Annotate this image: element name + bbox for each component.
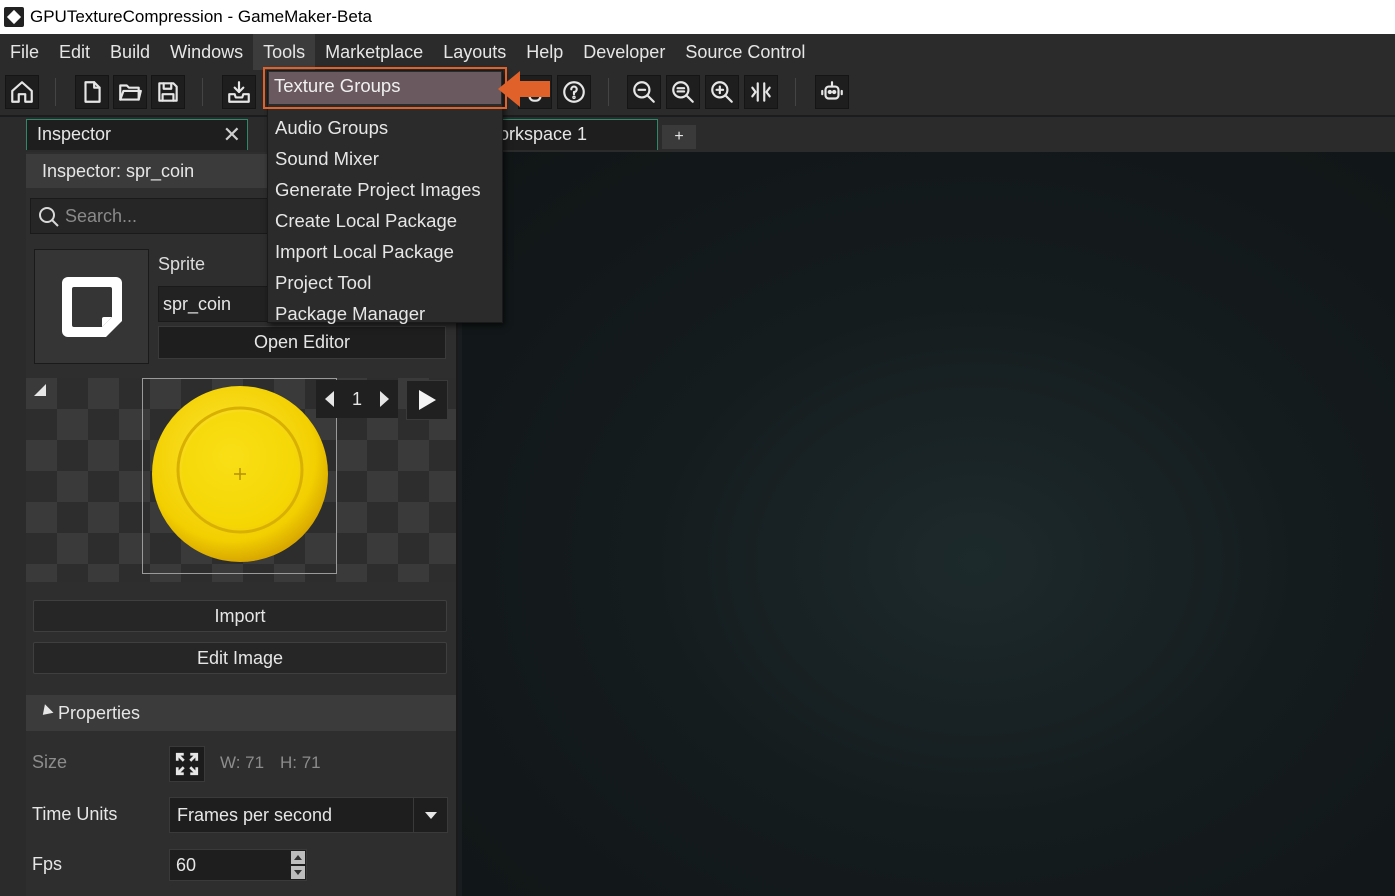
- play-button[interactable]: [406, 380, 448, 420]
- menu-developer[interactable]: Developer: [573, 34, 675, 70]
- search-icon: [39, 207, 59, 227]
- menu-file[interactable]: File: [0, 34, 49, 70]
- properties-label: Properties: [58, 703, 141, 723]
- spin-down-icon[interactable]: [291, 866, 305, 879]
- toolbar: [0, 70, 1395, 116]
- sprite-label: Sprite: [158, 254, 206, 274]
- menu-item-sound-mixer[interactable]: Sound Mixer: [275, 148, 379, 170]
- zoom-in-button[interactable]: [705, 75, 739, 109]
- size-width: W: 71: [220, 753, 265, 772]
- download-tray-icon: [228, 81, 250, 103]
- time-units-value: Frames per second: [177, 805, 333, 825]
- menu-build[interactable]: Build: [100, 34, 160, 70]
- play-icon: [418, 390, 436, 410]
- collapse-corner-icon[interactable]: [34, 384, 46, 396]
- home-button[interactable]: [5, 75, 39, 109]
- tab-workspace-label: orkspace 1: [499, 124, 588, 144]
- time-units-select[interactable]: Frames per second: [169, 797, 448, 833]
- gamemaker-logo-icon: [4, 7, 24, 27]
- menu-layouts[interactable]: Layouts: [433, 34, 516, 70]
- add-tab-button[interactable]: +: [662, 125, 696, 149]
- menu-source-control[interactable]: Source Control: [675, 34, 815, 70]
- sprite-preview: 1: [26, 378, 456, 582]
- zoom-out-button[interactable]: [627, 75, 661, 109]
- sprite-icon: [61, 276, 122, 337]
- size-fit-button[interactable]: [169, 746, 205, 782]
- fps-value: 60: [176, 855, 197, 875]
- menu-item-import-local-package[interactable]: Import Local Package: [275, 241, 454, 263]
- menu-item-generate-project-images[interactable]: Generate Project Images: [275, 179, 481, 201]
- robot-icon: [821, 81, 843, 100]
- sprite-thumbnail[interactable]: [34, 249, 149, 364]
- new-file-icon: [84, 81, 101, 103]
- fit-view-button[interactable]: [744, 75, 778, 109]
- menu-tools[interactable]: Tools: [253, 34, 316, 70]
- tab-inspector[interactable]: Inspector ✕: [26, 119, 248, 150]
- open-button[interactable]: [113, 75, 147, 109]
- menu-item-package-manager[interactable]: Package Manager: [275, 303, 425, 325]
- close-icon[interactable]: ✕: [223, 122, 241, 148]
- tab-workspace[interactable]: orkspace 1: [492, 119, 658, 150]
- zoom-reset-button[interactable]: [666, 75, 700, 109]
- left-gutter: [0, 152, 26, 896]
- callout-arrow-icon: [498, 71, 550, 107]
- title-bar: GPUTextureCompression - GameMaker-Beta: [0, 0, 1395, 34]
- import-button[interactable]: Import: [33, 600, 447, 632]
- size-height: H: 71: [280, 753, 321, 772]
- menu-bar: File Edit Build Windows Tools Marketplac…: [0, 34, 1395, 70]
- coin-sprite-image: [152, 386, 328, 562]
- previous-frame-icon[interactable]: [324, 391, 334, 407]
- menu-item-texture-groups[interactable]: Texture Groups: [274, 75, 400, 97]
- dropdown-arrow-icon[interactable]: [413, 798, 447, 832]
- tab-inspector-label: Inspector: [37, 124, 112, 144]
- texture-groups-highlight[interactable]: Texture Groups: [263, 67, 507, 109]
- workspace-canvas[interactable]: [462, 152, 1395, 896]
- menu-item-create-local-package[interactable]: Create Local Package: [275, 210, 457, 232]
- next-frame-icon[interactable]: [379, 391, 389, 407]
- spin-up-icon[interactable]: [291, 851, 305, 864]
- help-circle-icon: [563, 81, 585, 103]
- fps-spinner[interactable]: [290, 850, 306, 880]
- time-units-label: Time Units: [32, 804, 118, 824]
- menu-marketplace[interactable]: Marketplace: [315, 34, 433, 70]
- menu-item-audio-groups[interactable]: Audio Groups: [275, 117, 388, 139]
- menu-help[interactable]: Help: [516, 34, 573, 70]
- fps-input[interactable]: 60: [169, 849, 307, 881]
- save-button[interactable]: [151, 75, 185, 109]
- zoom-in-icon: [711, 81, 733, 103]
- save-icon: [158, 82, 178, 102]
- frame-navigator: 1: [316, 380, 398, 418]
- assistant-button[interactable]: [815, 75, 849, 109]
- frame-number: 1: [351, 388, 362, 409]
- collapse-triangle-icon: [38, 703, 54, 719]
- open-editor-button[interactable]: Open Editor: [158, 326, 446, 359]
- menu-windows[interactable]: Windows: [160, 34, 253, 70]
- fps-label: Fps: [32, 854, 63, 874]
- zoom-out-icon: [633, 81, 655, 103]
- tabs-bar: Inspector ✕ orkspace 1 +: [0, 117, 1395, 152]
- properties-header[interactable]: Properties: [26, 695, 456, 731]
- menu-item-project-tool[interactable]: Project Tool: [275, 272, 371, 294]
- open-folder-icon: [119, 84, 142, 101]
- zoom-reset-icon: [672, 81, 694, 103]
- menu-edit[interactable]: Edit: [49, 34, 100, 70]
- expand-arrows-icon: [175, 752, 199, 776]
- window-title: GPUTextureCompression - GameMaker-Beta: [30, 7, 373, 26]
- export-button[interactable]: [222, 75, 256, 109]
- edit-image-button[interactable]: Edit Image: [33, 642, 447, 674]
- help-button[interactable]: [557, 75, 591, 109]
- home-icon: [11, 81, 33, 103]
- size-label: Size: [32, 752, 68, 772]
- fit-view-icon: [751, 82, 771, 102]
- new-file-button[interactable]: [75, 75, 109, 109]
